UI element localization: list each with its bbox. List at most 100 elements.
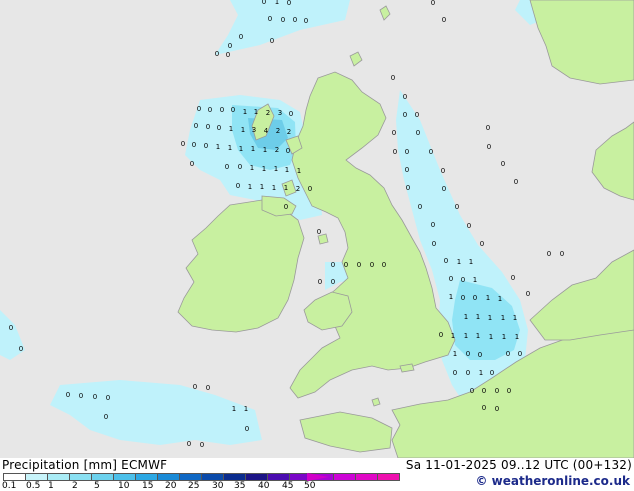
precip-value: 0 — [190, 160, 194, 168]
precip-value: 2 — [266, 109, 270, 117]
precip-value: 1 — [254, 108, 258, 116]
credit-link[interactable]: © weatheronline.co.uk — [475, 474, 630, 488]
precip-value: 1 — [476, 313, 480, 321]
precip-value: 0 — [466, 350, 470, 358]
precip-value: 0 — [228, 42, 232, 50]
legend-swatch — [333, 473, 356, 481]
precip-value: 0 — [187, 440, 191, 448]
legend-swatch — [69, 473, 92, 481]
precip-value: 0 — [231, 106, 235, 114]
precip-value: 0 — [331, 261, 335, 269]
precip-value: 0 — [418, 203, 422, 211]
precip-value: 0 — [281, 16, 285, 24]
precip-value: 1 — [453, 350, 457, 358]
precip-value: 0 — [442, 16, 446, 24]
legend-swatch — [245, 473, 268, 481]
legend-swatch — [223, 473, 246, 481]
precip-value: 0 — [245, 425, 249, 433]
precip-value: 0 — [79, 392, 83, 400]
precip-value: 1 — [274, 165, 278, 173]
forecast-time: Sa 11-01-2025 09..12 UTC (00+132) — [405, 458, 632, 472]
footer: Precipitation [mm] ECMWF Sa 11-01-2025 0… — [0, 458, 634, 491]
precip-value: 0 — [455, 203, 459, 211]
precip-value: 1 — [501, 314, 505, 322]
legend-swatch — [135, 473, 158, 481]
precip-value: 1 — [489, 333, 493, 341]
precip-value: 1 — [229, 125, 233, 133]
precip-value: 0 — [518, 350, 522, 358]
map-title: Precipitation [mm] ECMWF — [2, 458, 168, 472]
precip-value: 1 — [216, 143, 220, 151]
precip-value: 1 — [239, 145, 243, 153]
precip-value: 0 — [431, 0, 435, 7]
precip-value: 0 — [431, 221, 435, 229]
precipitation-map: 0100000000000000112300001134220001111120… — [0, 0, 634, 458]
precip-value: 0 — [206, 123, 210, 131]
precip-value: 0 — [293, 16, 297, 24]
precip-value: 1 — [469, 258, 473, 266]
precip-value: 0 — [194, 122, 198, 130]
precip-value: 0 — [416, 129, 420, 137]
precip-value: 0 — [206, 384, 210, 392]
precip-value: 0 — [225, 163, 229, 171]
precip-value: 1 — [243, 108, 247, 116]
precip-value: 0 — [487, 143, 491, 151]
precip-value: 0 — [406, 184, 410, 192]
precip-value: 0 — [238, 163, 242, 171]
precip-value: 0 — [405, 166, 409, 174]
channel-islands — [371, 397, 381, 407]
legend-swatch — [157, 473, 180, 481]
legend-overflow-arrow — [307, 473, 329, 481]
precip-value: 1 — [515, 333, 519, 341]
precip-value: 0 — [403, 93, 407, 101]
precip-value: 0 — [514, 178, 518, 186]
precip-value: 0 — [236, 182, 240, 190]
precip-value: 0 — [444, 257, 448, 265]
precip-value: 1 — [297, 167, 301, 175]
precip-value: 1 — [248, 183, 252, 191]
precip-value: 0 — [560, 250, 564, 258]
precip-value: 1 — [464, 313, 468, 321]
legend-swatch — [91, 473, 114, 481]
color-legend — [3, 473, 400, 481]
precip-value: 0 — [193, 383, 197, 391]
precip-value: 0 — [495, 405, 499, 413]
precip-value: 0 — [461, 276, 465, 284]
precip-value: 0 — [270, 37, 274, 45]
precip-value: 3 — [252, 126, 256, 134]
legend-swatch — [201, 473, 224, 481]
precip-value: 1 — [488, 314, 492, 322]
precip-value: 1 — [272, 184, 276, 192]
precip-value: 1 — [486, 294, 490, 302]
precip-value: 2 — [287, 128, 291, 136]
precip-value: 4 — [264, 127, 269, 135]
precip-value: 0 — [442, 185, 446, 193]
precip-value: 0 — [204, 142, 208, 150]
precip-value: 0 — [93, 393, 97, 401]
precip-value: 0 — [318, 278, 322, 286]
precip-value: 2 — [275, 146, 279, 154]
legend-swatch — [25, 473, 48, 481]
precip-value: 0 — [470, 387, 474, 395]
precip-value: 0 — [106, 394, 110, 402]
precip-value: 0 — [480, 240, 484, 248]
precip-value: 0 — [9, 324, 13, 332]
precip-value: 1 — [473, 276, 477, 284]
precip-value: 0 — [331, 278, 335, 286]
precip-value: 0 — [403, 111, 407, 119]
legend-swatch — [47, 473, 70, 481]
precip-value: 0 — [192, 141, 196, 149]
precip-value: 0 — [391, 74, 395, 82]
precip-value: 0 — [441, 167, 445, 175]
precip-value: 0 — [304, 17, 308, 25]
precip-value: 0 — [268, 15, 272, 23]
precip-value: 0 — [104, 413, 108, 421]
precip-value: 0 — [526, 290, 530, 298]
precip-value: 0 — [197, 105, 201, 113]
precip-value: 0 — [226, 51, 230, 59]
precip-value: 0 — [501, 160, 505, 168]
precip-value: 1 — [244, 405, 248, 413]
precip-value: 0 — [473, 294, 477, 302]
precip-value: 0 — [308, 185, 312, 193]
precip-value: 1 — [476, 332, 480, 340]
